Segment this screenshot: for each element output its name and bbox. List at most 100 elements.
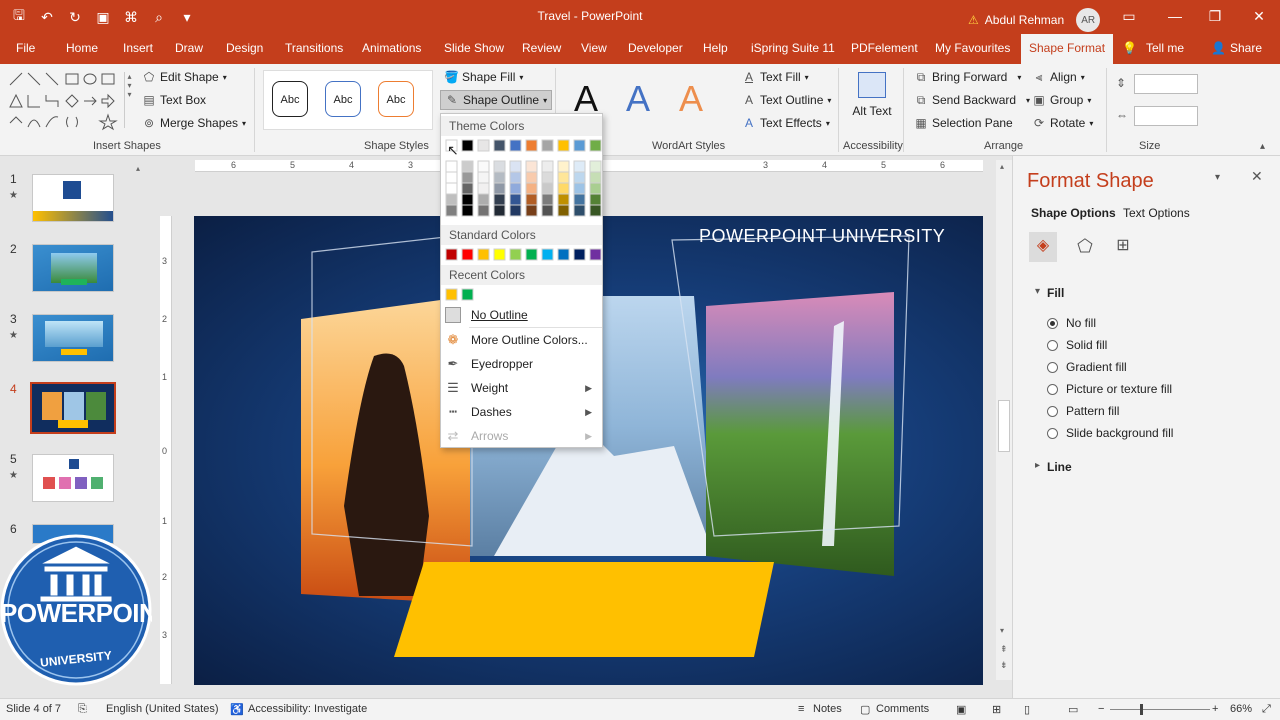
bring-forward-button[interactable]: ⧉ Bring Forward ▾ bbox=[914, 70, 1022, 84]
theme-color-swatch[interactable] bbox=[493, 171, 506, 184]
theme-color-swatch[interactable] bbox=[573, 171, 586, 184]
theme-color-swatch[interactable] bbox=[557, 160, 570, 173]
no-outline-item[interactable]: No Outline bbox=[441, 304, 602, 326]
fill-option-slide-background[interactable]: Slide background fill bbox=[1047, 426, 1173, 440]
standard-color-swatch[interactable] bbox=[509, 248, 522, 261]
ribbon-display-icon[interactable]: ▭ bbox=[1114, 5, 1144, 27]
theme-color-swatch[interactable] bbox=[493, 193, 506, 206]
theme-color-swatch[interactable] bbox=[493, 160, 506, 173]
line-expand-icon[interactable]: ▸ bbox=[1035, 460, 1040, 471]
fill-option-solid[interactable]: Solid fill bbox=[1047, 338, 1107, 352]
fill-option-no-fill[interactable]: No fill bbox=[1047, 316, 1096, 330]
shapes-more-icon[interactable]: ▴ ▾ ▾ bbox=[124, 72, 134, 128]
tab-review[interactable]: Review bbox=[522, 34, 561, 64]
theme-color-swatch[interactable] bbox=[589, 193, 602, 206]
theme-color-swatch[interactable] bbox=[525, 139, 538, 152]
zoom-level[interactable]: 66% bbox=[1230, 703, 1252, 715]
selection-pane-button[interactable]: ▦ Selection Pane bbox=[914, 116, 1012, 130]
theme-color-swatch[interactable] bbox=[477, 193, 490, 206]
theme-color-swatch[interactable] bbox=[477, 182, 490, 195]
theme-color-swatch[interactable] bbox=[589, 204, 602, 217]
theme-color-swatch[interactable] bbox=[509, 160, 522, 173]
shape-height-input[interactable] bbox=[1134, 74, 1198, 94]
theme-color-swatch[interactable] bbox=[461, 193, 474, 206]
tab-my-favourites[interactable]: My Favourites bbox=[935, 34, 1010, 64]
eyedropper-item[interactable]: ✒ Eyedropper bbox=[441, 353, 602, 375]
theme-color-swatch[interactable] bbox=[541, 160, 554, 173]
group-button[interactable]: ▣ Group ▾ bbox=[1032, 93, 1091, 107]
theme-color-swatch[interactable] bbox=[525, 193, 538, 206]
theme-color-swatch[interactable] bbox=[509, 139, 522, 152]
text-fill-button[interactable]: A Text Fill ▾ bbox=[742, 70, 809, 84]
theme-color-swatch[interactable] bbox=[573, 204, 586, 217]
theme-color-swatch[interactable] bbox=[573, 182, 586, 195]
shape-style-orange[interactable]: Abc bbox=[378, 81, 414, 117]
recent-color-swatch[interactable] bbox=[461, 288, 474, 301]
tab-help[interactable]: Help bbox=[703, 34, 728, 64]
shape-width-input[interactable] bbox=[1134, 106, 1198, 126]
recent-color-row[interactable] bbox=[441, 288, 602, 302]
tab-design[interactable]: Design bbox=[226, 34, 263, 64]
theme-color-swatch[interactable] bbox=[557, 193, 570, 206]
slide-title[interactable]: POWERPOINT UNIVERSITY bbox=[699, 226, 945, 247]
slide-thumbnail-5[interactable] bbox=[32, 454, 114, 502]
tab-shape-options[interactable]: Shape Options bbox=[1031, 206, 1116, 220]
spellcheck-icon[interactable]: ⎘ bbox=[78, 703, 87, 716]
standard-color-swatch[interactable] bbox=[461, 248, 474, 261]
theme-color-swatch[interactable] bbox=[445, 204, 458, 217]
accessibility-status[interactable]: Accessibility: Investigate bbox=[248, 703, 367, 715]
share-button[interactable]: Share bbox=[1230, 34, 1262, 64]
theme-color-swatch[interactable] bbox=[493, 204, 506, 217]
theme-color-swatch[interactable] bbox=[477, 160, 490, 173]
standard-color-swatch[interactable] bbox=[493, 248, 506, 261]
tab-slide-show[interactable]: Slide Show bbox=[444, 34, 504, 64]
theme-color-swatch[interactable] bbox=[445, 171, 458, 184]
tab-text-options[interactable]: Text Options bbox=[1123, 206, 1190, 220]
zoom-slider[interactable] bbox=[1110, 704, 1210, 715]
theme-color-swatch[interactable] bbox=[461, 204, 474, 217]
fill-line-icon[interactable]: ◈ bbox=[1029, 232, 1057, 262]
edit-shape-button[interactable]: ⬠ Edit Shape ▾ bbox=[142, 70, 227, 84]
theme-color-swatch[interactable] bbox=[461, 160, 474, 173]
standard-color-swatch[interactable] bbox=[477, 248, 490, 261]
effects-icon[interactable]: ⬠ bbox=[1071, 232, 1099, 262]
text-effects-button[interactable]: A Text Effects ▾ bbox=[742, 116, 830, 130]
zoom-slider-thumb[interactable] bbox=[1140, 704, 1143, 715]
tab-ispring[interactable]: iSpring Suite 11 bbox=[751, 34, 835, 64]
theme-color-swatch[interactable] bbox=[541, 171, 554, 184]
user-account[interactable]: ⚠ Abdul Rehman AR bbox=[968, 8, 1101, 32]
tab-file[interactable]: File bbox=[16, 34, 35, 64]
merge-shapes-button[interactable]: ⊚ Merge Shapes ▾ bbox=[142, 116, 246, 130]
normal-view-icon[interactable]: ▣ bbox=[956, 703, 966, 716]
theme-color-swatch[interactable] bbox=[509, 171, 522, 184]
theme-color-swatch[interactable] bbox=[589, 182, 602, 195]
slideshow-icon[interactable]: ▭ bbox=[1068, 703, 1078, 716]
shape-fill-button[interactable]: 🪣 Shape Fill ▾ bbox=[444, 70, 523, 84]
maximize-icon[interactable]: ❐ bbox=[1200, 5, 1230, 27]
tab-transitions[interactable]: Transitions bbox=[285, 34, 343, 64]
theme-color-swatch[interactable] bbox=[525, 171, 538, 184]
theme-color-swatch[interactable] bbox=[445, 160, 458, 173]
alt-text-button[interactable]: Alt Text bbox=[852, 104, 892, 119]
standard-color-swatch[interactable] bbox=[589, 248, 602, 261]
standard-color-row[interactable] bbox=[441, 248, 602, 262]
theme-color-swatch[interactable] bbox=[573, 139, 586, 152]
wordart-blue[interactable]: A bbox=[626, 78, 650, 120]
scroll-down-icon[interactable]: ▾ bbox=[1000, 626, 1004, 635]
slide-sorter-icon[interactable]: ⊞ bbox=[992, 703, 1001, 716]
dashes-item[interactable]: ┅ Dashes ▶ bbox=[441, 401, 602, 423]
slide-thumbnail-1[interactable] bbox=[32, 174, 114, 222]
canvas-scrollbar[interactable]: ▴ ▾ ⇞ ⇟ bbox=[996, 160, 1012, 680]
standard-color-swatch[interactable] bbox=[573, 248, 586, 261]
shape-outline-button[interactable]: ✎ Shape Outline ▾ bbox=[440, 90, 553, 110]
theme-color-swatch[interactable] bbox=[461, 182, 474, 195]
theme-color-swatch[interactable] bbox=[493, 139, 506, 152]
theme-color-swatch[interactable] bbox=[509, 182, 522, 195]
shapes-gallery[interactable] bbox=[8, 71, 124, 131]
align-button[interactable]: ⫷ Align ▾ bbox=[1032, 70, 1085, 84]
theme-color-swatch[interactable] bbox=[525, 160, 538, 173]
tab-draw[interactable]: Draw bbox=[175, 34, 203, 64]
theme-color-swatch[interactable] bbox=[493, 182, 506, 195]
standard-color-swatch[interactable] bbox=[557, 248, 570, 261]
recent-color-swatch[interactable] bbox=[445, 288, 458, 301]
